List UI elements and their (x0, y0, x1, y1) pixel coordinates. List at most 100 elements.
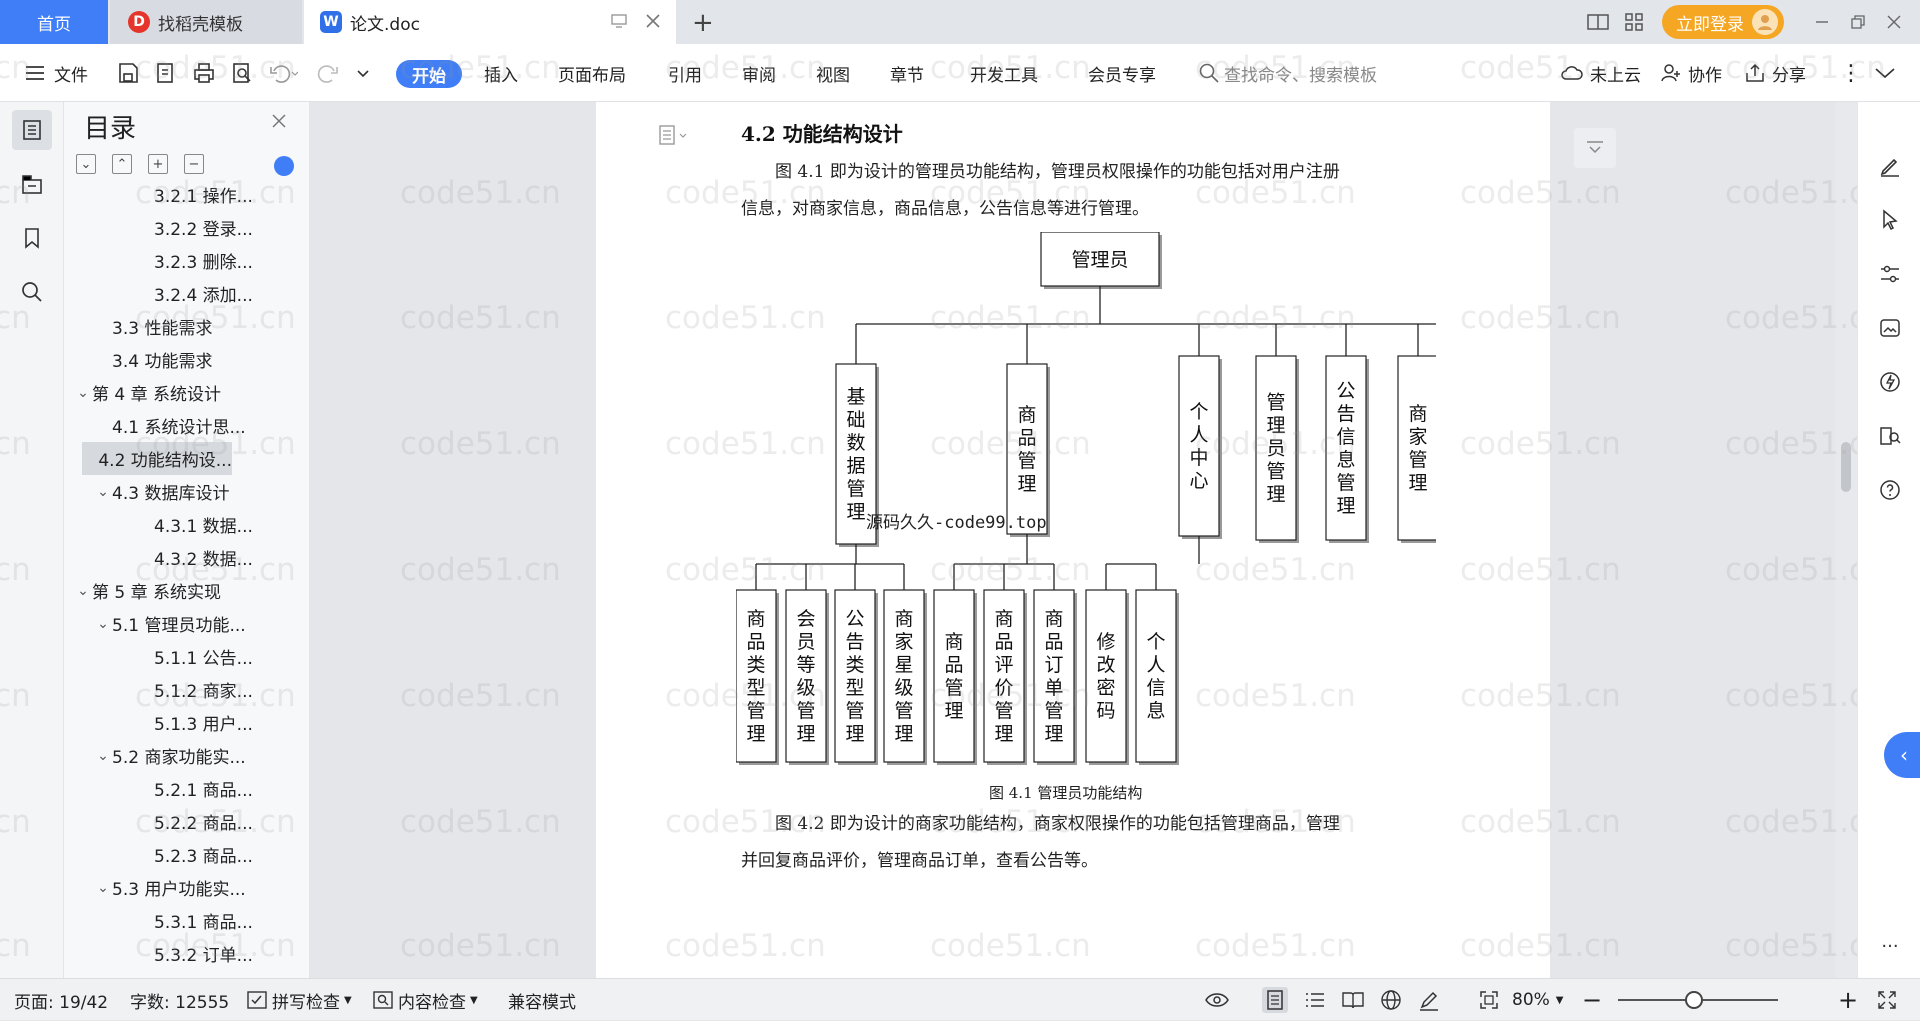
layout-icon[interactable] (1580, 0, 1616, 44)
toc-item[interactable]: ⌄ 4.3 数据库设计 (64, 475, 309, 508)
cloud-button[interactable]: 未上云 (1560, 44, 1641, 102)
more-options-icon[interactable]: ⋮ (1840, 44, 1862, 102)
help-icon[interactable] (1876, 476, 1904, 504)
export-icon[interactable] (154, 44, 178, 102)
adjust-sliders-icon[interactable] (1876, 260, 1904, 288)
bookmark-icon[interactable] (12, 218, 52, 258)
toc-item[interactable]: 4.3.2 数据... (64, 541, 309, 574)
share-button[interactable]: 分享 (1744, 44, 1806, 102)
new-tab-icon[interactable]: + (692, 8, 714, 38)
web-view-icon[interactable] (1378, 987, 1404, 1013)
content-check-button[interactable]: 内容检查 ▼ (372, 979, 478, 1021)
tab-developer[interactable]: 开发工具 (970, 44, 1038, 102)
print-icon[interactable] (192, 44, 216, 102)
toc-item[interactable]: 5.1.1 公告... (64, 640, 309, 673)
chevron-down-icon[interactable]: ⌄ (74, 385, 92, 401)
toc-item[interactable]: 5.2.1 商品... (64, 772, 309, 805)
collapse-icon[interactable]: ⌃ (112, 154, 132, 174)
close-icon[interactable] (270, 112, 288, 130)
tab-insert[interactable]: 插入 (484, 44, 518, 102)
toc-item[interactable]: 5.3.1 商品... (64, 904, 309, 937)
toc-item[interactable]: ⌄ 5.3 用户功能实... (64, 871, 309, 904)
page-options-button[interactable] (1574, 128, 1616, 168)
chevron-down-icon[interactable]: ⌄ (94, 880, 112, 896)
toc-smart-toggle[interactable] (274, 156, 294, 176)
add-heading-icon[interactable]: + (148, 154, 168, 174)
collapse-ribbon-icon[interactable] (1874, 44, 1896, 102)
scrollbar-thumb[interactable] (1841, 442, 1851, 492)
tab-view[interactable]: 视图 (816, 44, 850, 102)
minimize-icon[interactable] (1804, 0, 1840, 44)
close-tab-icon[interactable] (644, 12, 662, 30)
tab-templates[interactable]: D 找稻壳模板 (110, 0, 302, 44)
apps-grid-icon[interactable] (1616, 0, 1652, 44)
toc-item[interactable]: 3.2.1 操作... (64, 178, 309, 211)
file-menu[interactable]: 文件 (24, 44, 88, 102)
toc-item[interactable]: ⌄ 5.1 管理员功能... (64, 607, 309, 640)
tab-review[interactable]: 审阅 (742, 44, 776, 102)
toc-item[interactable]: 4.3.1 数据... (64, 508, 309, 541)
document-page[interactable]: 4.2 功能结构设计 图 4.1 即为设计的管理员功能结构，管理员权限操作的功能… (596, 102, 1550, 978)
toc-item[interactable]: 5.3.2 订单... (64, 937, 309, 970)
chevron-left-icon[interactable]: ‹ (1884, 732, 1920, 778)
tab-document[interactable]: W 论文.doc (304, 0, 676, 44)
find-icon[interactable] (12, 272, 52, 312)
toc-item[interactable]: 4.2 功能结构设... (82, 442, 232, 475)
chevron-down-icon[interactable]: ⌄ (74, 583, 92, 599)
vertical-scrollbar[interactable] (1835, 102, 1857, 978)
toc-item[interactable]: 5.1.2 商家... (64, 673, 309, 706)
edit-pen-icon[interactable] (1876, 152, 1904, 180)
toc-item[interactable]: 3.2.3 删除... (64, 244, 309, 277)
fullscreen-icon[interactable] (1874, 987, 1900, 1013)
page-view-icon[interactable] (1262, 987, 1288, 1013)
save-icon[interactable] (116, 44, 140, 102)
more-tools-icon[interactable]: ··· (1876, 932, 1904, 960)
toc-item[interactable]: 3.2.4 添加... (64, 277, 309, 310)
tab-member[interactable]: 会员专享 (1088, 44, 1156, 102)
zoom-level[interactable]: 80% ▼ (1512, 979, 1564, 1021)
select-cursor-icon[interactable] (1876, 206, 1904, 234)
word-count[interactable]: 字数: 12555 (130, 979, 229, 1021)
reading-icon[interactable] (1876, 422, 1904, 450)
tab-home[interactable]: 首页 (0, 0, 108, 44)
login-button[interactable]: 立即登录 (1662, 5, 1784, 39)
navigation-icon[interactable] (12, 164, 52, 204)
preview-icon[interactable] (230, 44, 254, 102)
zoom-slider-knob[interactable] (1685, 991, 1703, 1009)
toc-item[interactable]: ⌄ 第 5 章 系统实现 (64, 574, 309, 607)
chevron-down-icon[interactable]: ⌄ (94, 616, 112, 632)
image-tool-icon[interactable] (1876, 314, 1904, 342)
toc-item[interactable]: 3.3 性能需求 (64, 310, 309, 343)
toc-item[interactable]: 3.4 功能需求 (64, 343, 309, 376)
paragraph-icon[interactable] (658, 124, 688, 146)
zoom-out-icon[interactable]: − (1582, 979, 1602, 1021)
undo-icon[interactable] (268, 44, 298, 102)
toc-item[interactable]: 3.2.2 登录... (64, 211, 309, 244)
close-window-icon[interactable] (1876, 0, 1912, 44)
command-search[interactable]: 查找命令、搜索模板 (1198, 44, 1377, 102)
remove-heading-icon[interactable]: − (184, 154, 204, 174)
toc-item[interactable]: ⌄ 第 4 章 系统设计 (64, 376, 309, 409)
screen-icon[interactable] (610, 12, 628, 30)
restore-icon[interactable] (1840, 0, 1876, 44)
eye-protection-icon[interactable] (1204, 987, 1230, 1013)
chevron-down-icon[interactable]: ⌄ (94, 748, 112, 764)
redo-icon[interactable] (316, 44, 340, 102)
tab-references[interactable]: 引用 (668, 44, 702, 102)
toc-item[interactable]: 4.1 系统设计思... (64, 409, 309, 442)
toc-item[interactable]: 5.2.2 商品... (64, 805, 309, 838)
reading-view-icon[interactable] (1340, 987, 1366, 1013)
more-quick-icon[interactable] (356, 44, 370, 102)
toc-item[interactable]: ⌄ 5.2 商家功能实... (64, 739, 309, 772)
outline-view-icon[interactable] (1302, 987, 1328, 1013)
toc-item[interactable]: 5.1.3 用户... (64, 706, 309, 739)
chevron-down-icon[interactable]: ⌄ (94, 484, 112, 500)
toc-panel-icon[interactable] (12, 110, 52, 150)
toc-item[interactable]: 5.2.3 商品... (64, 838, 309, 871)
zoom-in-icon[interactable]: + (1838, 979, 1858, 1021)
tab-chapter[interactable]: 章节 (890, 44, 924, 102)
tab-page-layout[interactable]: 页面布局 (558, 44, 626, 102)
spell-check-button[interactable]: 拼写检查 ▼ (246, 979, 352, 1021)
fit-page-icon[interactable] (1476, 987, 1502, 1013)
write-mode-icon[interactable] (1416, 987, 1442, 1013)
